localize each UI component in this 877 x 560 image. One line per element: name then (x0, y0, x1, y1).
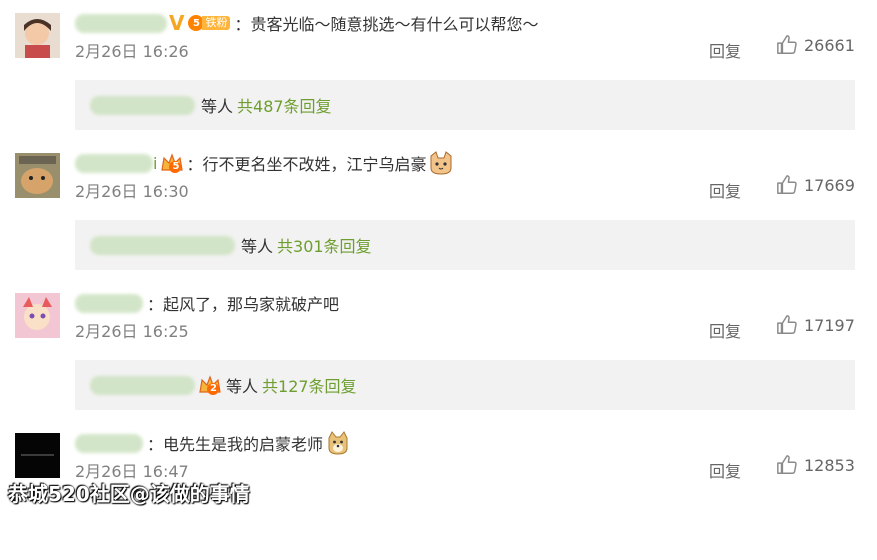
crown-level: 5 (172, 160, 180, 172)
thumbs-up-icon (777, 35, 797, 54)
colon: ： (147, 295, 164, 314)
username-tail[interactable]: i (153, 154, 157, 173)
comment-item-3: ： 起风了，那乌家就破产吧 2月26日 16:25 回复 17197 2 等人 … (0, 280, 877, 420)
reply-button[interactable]: 回复 (709, 178, 741, 202)
replies-etc-label: 等人 (226, 377, 259, 396)
comment-time: 2月26日 16:26 (75, 42, 189, 61)
comment-text: 行不更名坐不改姓，江宁乌启豪 (202, 155, 427, 174)
like-button[interactable]: 17197 (776, 314, 855, 336)
colon: ： (186, 155, 203, 174)
like-button[interactable]: 17669 (776, 174, 855, 196)
reply-button[interactable]: 回复 (709, 38, 741, 62)
fan-badge[interactable]: 5 铁粉 (188, 15, 231, 32)
colon: ： (147, 435, 164, 454)
replies-summary[interactable]: 等人 共301条回复 (75, 220, 855, 270)
comment-text: 贵客光临～随意挑选～有什么可以帮您～ (250, 15, 539, 34)
fan-badge-label: 铁粉 (202, 16, 231, 30)
comment-text: 起风了，那乌家就破产吧 (163, 295, 340, 314)
replier-names-blurred (90, 95, 195, 115)
colon: ： (234, 15, 251, 34)
comment-time: 2月26日 16:30 (75, 182, 189, 201)
cat-emoji-icon (430, 151, 452, 175)
replies-total-link[interactable]: 共127条回复 (262, 373, 357, 397)
comment-item-2: i 5 ： 行不更名坐不改姓，江宁乌启豪 2月26日 16:30 回复 1766… (0, 140, 877, 280)
crown-level-badge[interactable]: 5 (160, 152, 184, 174)
replies-total-link[interactable]: 共487条回复 (237, 93, 332, 117)
thumbs-up-icon (777, 315, 797, 334)
like-button[interactable]: 12853 (776, 454, 855, 476)
crown-level-badge: 2 (198, 374, 221, 396)
like-count: 12853 (804, 455, 855, 475)
avatar[interactable] (15, 153, 60, 198)
username-blurred[interactable] (75, 293, 143, 313)
avatar[interactable] (15, 13, 60, 58)
verified-v-icon: V (169, 11, 185, 35)
comment-time: 2月26日 16:25 (75, 322, 189, 341)
like-count: 17669 (804, 175, 855, 195)
like-count: 17197 (804, 315, 855, 335)
replies-summary[interactable]: 2 等人 共127条回复 (75, 360, 855, 410)
avatar[interactable] (15, 293, 60, 338)
doge-emoji-icon (328, 431, 348, 455)
thumbs-up-icon (777, 175, 797, 194)
username-blurred[interactable] (75, 153, 153, 173)
comment-text: 电先生是我的启蒙老师 (163, 435, 324, 454)
avatar[interactable] (15, 433, 60, 478)
watermark: 恭城520社区@该做的事情 (8, 482, 250, 506)
crown-level: 2 (210, 382, 217, 394)
like-button[interactable]: 26661 (776, 34, 855, 56)
reply-button[interactable]: 回复 (709, 458, 741, 482)
comment-item-1: V 5 铁粉 ： 贵客光临～随意挑选～有什么可以帮您～ 2月26日 16:26 … (0, 0, 877, 140)
replier-names-blurred (90, 375, 195, 395)
replier-names-blurred (90, 235, 235, 255)
like-count: 26661 (804, 35, 855, 55)
reply-button[interactable]: 回复 (709, 318, 741, 342)
thumbs-up-icon (777, 455, 797, 474)
replies-total-link[interactable]: 共301条回复 (277, 233, 372, 257)
replies-etc-label: 等人 (241, 237, 274, 256)
replies-etc-label: 等人 (201, 97, 234, 116)
username-blurred[interactable] (75, 433, 143, 453)
username-blurred[interactable] (75, 13, 167, 33)
replies-summary[interactable]: 等人 共487条回复 (75, 80, 855, 130)
